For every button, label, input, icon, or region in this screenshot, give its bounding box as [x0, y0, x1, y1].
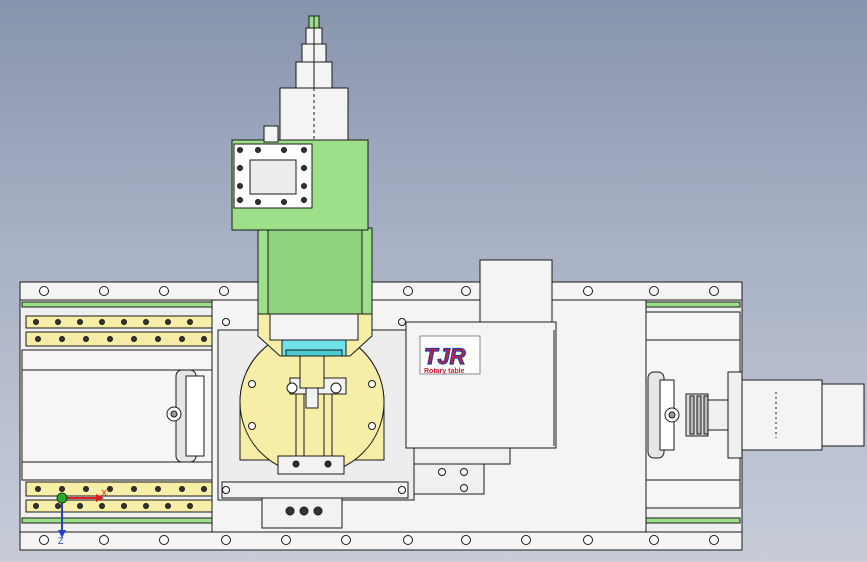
triad-z-label: Z	[58, 536, 64, 546]
cad-model-render: TJR Rotary table X Z	[19, 15, 865, 551]
logo-mark: TJR	[424, 344, 466, 369]
cad-viewport[interactable]: TJR Rotary table X Z	[0, 0, 867, 562]
triad-x-label: X	[101, 488, 107, 498]
logo-subtext: Rotary table	[424, 368, 465, 375]
y-axis-dot	[56, 492, 68, 504]
tjr-logo: TJR Rotary table	[419, 335, 481, 375]
